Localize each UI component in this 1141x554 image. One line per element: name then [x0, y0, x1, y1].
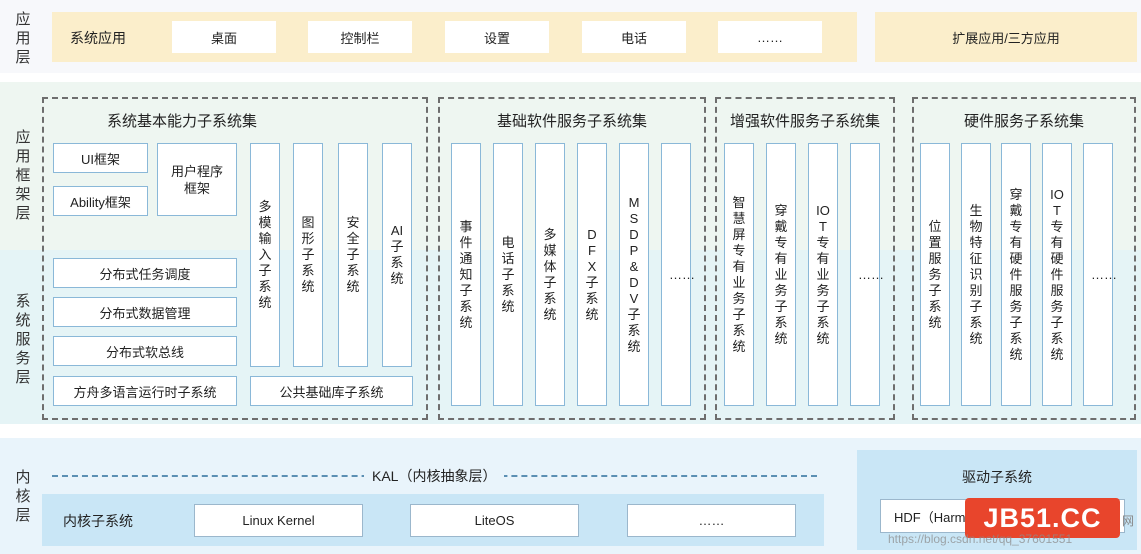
- app-control-bar: 控制栏: [308, 21, 412, 53]
- ark-runtime-box: 方舟多语言运行时子系统: [53, 376, 237, 406]
- biometrics-subsystem: 生物特征识别子系统: [961, 143, 991, 406]
- multimodal-input-subsystem: 多模输入子系统: [250, 143, 280, 367]
- kernel-more-box: ……: [627, 504, 796, 537]
- layer-label-service: 系统服务层: [15, 293, 31, 386]
- layer-label-framework: 应用框架层: [15, 129, 31, 222]
- group-enhanced-title: 增强软件服务子系统集: [729, 113, 880, 130]
- group-software-title: 基础软件服务子系统集: [496, 113, 647, 130]
- wearable-business-subsystem: 穿戴专有业务子系统: [766, 143, 796, 406]
- kernel-subsystem-label: 内核子系统: [63, 513, 133, 529]
- app-desktop: 桌面: [172, 21, 276, 53]
- wearable-hardware-subsystem: 穿戴专有硬件服务子系统: [1001, 143, 1031, 406]
- multimedia-subsystem: 多媒体子系统: [535, 143, 565, 406]
- distributed-data-management-box: 分布式数据管理: [53, 297, 237, 327]
- ai-subsystem: AI子系统: [382, 143, 412, 367]
- system-apps-label: 系统应用: [70, 30, 126, 46]
- enhanced-more: ……: [850, 143, 884, 406]
- user-program-framework-label: 用户程序框架: [170, 163, 223, 196]
- ui-framework-box: UI框架: [53, 143, 148, 173]
- linux-kernel-box: Linux Kernel: [194, 504, 363, 537]
- app-settings: 设置: [445, 21, 549, 53]
- dfx-subsystem: DFX子系统: [577, 143, 607, 406]
- distributed-softbus-box: 分布式软总线: [53, 336, 237, 366]
- distributed-task-scheduling-box: 分布式任务调度: [53, 258, 237, 288]
- kal-label: KAL（内核抽象层）: [364, 466, 505, 486]
- app-more: ……: [718, 21, 822, 53]
- watermark-url: https://blog.csdn.net/qq_37601551: [888, 532, 1073, 546]
- hdf-label: HDF（Harm: [894, 509, 966, 525]
- liteos-box: LiteOS: [410, 504, 579, 537]
- msdp-dv-subsystem: MSDP&DV子系统: [619, 143, 649, 406]
- location-service-subsystem: 位置服务子系统: [920, 143, 950, 406]
- iot-hardware-subsystem: IOT专有硬件服务子系统: [1042, 143, 1072, 406]
- user-program-framework-box: 用户程序框架: [157, 143, 237, 216]
- extension-apps-label: 扩展应用/三方应用: [952, 30, 1060, 46]
- group-hardware-title: 硬件服务子系统集: [963, 113, 1084, 130]
- app-phone: 电话: [582, 21, 686, 53]
- driver-subsystem-label: 驱动子系统: [962, 469, 1032, 485]
- extension-apps-panel: 扩展应用/三方应用: [875, 12, 1137, 62]
- event-notification-subsystem: 事件通知子系统: [451, 143, 481, 406]
- smart-screen-subsystem: 智慧屏专有业务子系统: [724, 143, 754, 406]
- common-lib-box: 公共基础库子系统: [250, 376, 413, 406]
- graphics-subsystem: 图形子系统: [293, 143, 323, 367]
- software-more: ……: [661, 143, 695, 406]
- security-subsystem: 安全子系统: [338, 143, 368, 367]
- ability-framework-box: Ability框架: [53, 186, 148, 216]
- telephony-subsystem: 电话子系统: [493, 143, 523, 406]
- watermark-side-text: 网: [1122, 514, 1135, 528]
- layer-label-app: 应用层: [15, 11, 31, 66]
- hardware-more: ……: [1083, 143, 1117, 406]
- layer-label-kernel: 内核层: [15, 469, 31, 524]
- iot-business-subsystem: IOT专有业务子系统: [808, 143, 838, 406]
- group-basic-title: 系统基本能力子系统集: [106, 113, 257, 130]
